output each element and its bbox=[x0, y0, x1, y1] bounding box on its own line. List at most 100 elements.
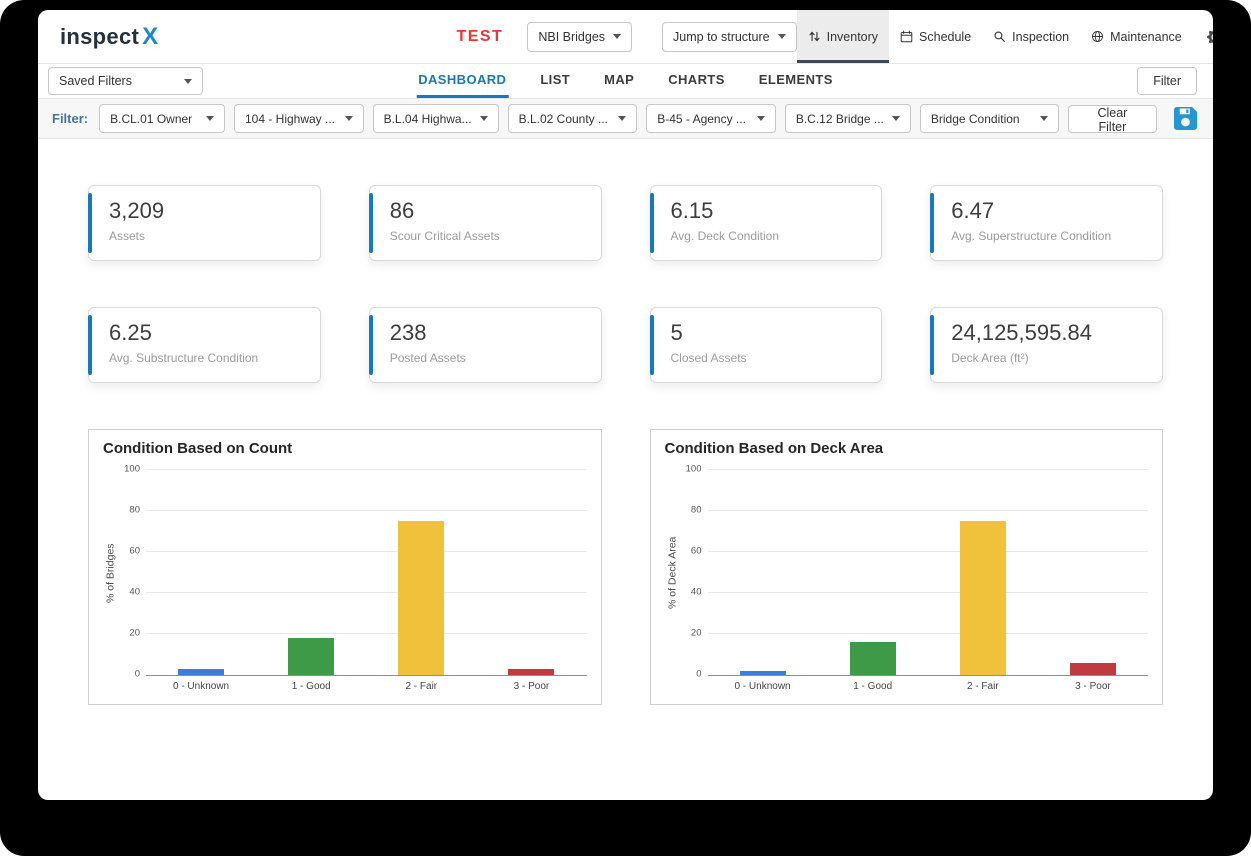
app-window: inspectX TEST NBI Bridges Jump to struct… bbox=[38, 10, 1213, 800]
filter-dropdown-value: B.C.12 Bridge ... bbox=[796, 112, 884, 126]
chart-bar bbox=[398, 521, 444, 675]
nav-item-inspection[interactable]: Inspection bbox=[982, 10, 1080, 63]
stat-card-closed-assets: 5 Closed Assets bbox=[650, 307, 883, 383]
jump-to-structure-value: Jump to structure bbox=[673, 30, 770, 44]
chart-bar bbox=[1070, 663, 1116, 675]
stat-card-value: 6.15 bbox=[671, 198, 868, 224]
stat-card-value: 3,209 bbox=[109, 198, 306, 224]
y-tick-label: 20 bbox=[691, 628, 702, 639]
chart: % of Deck Area 020406080100 0 - Unknown1… bbox=[665, 470, 1149, 692]
filter-dropdown-value: B.CL.01 Owner bbox=[110, 112, 198, 126]
chart-title: Condition Based on Deck Area bbox=[665, 440, 1149, 458]
chevron-down-icon bbox=[480, 116, 488, 121]
bars-layer bbox=[708, 470, 1149, 675]
chevron-down-icon bbox=[613, 34, 621, 39]
bar-slot bbox=[476, 470, 586, 675]
y-tick-label: 0 bbox=[135, 669, 140, 680]
y-tick-label: 40 bbox=[129, 587, 140, 598]
tab-charts[interactable]: CHARTS bbox=[666, 64, 727, 98]
filter-dropdown-value: 104 - Highway ... bbox=[245, 112, 337, 126]
tab-list[interactable]: LIST bbox=[538, 64, 572, 98]
filter-dropdown-highway[interactable]: 104 - Highway ... bbox=[234, 104, 364, 133]
x-tick-label: 0 - Unknown bbox=[146, 681, 256, 692]
x-tick-label: 1 - Good bbox=[818, 681, 928, 692]
filter-dropdown-highway-system[interactable]: B.L.04 Highwa... bbox=[373, 104, 499, 133]
chart: % of Bridges 020406080100 0 - Unknown1 -… bbox=[103, 470, 587, 692]
filter-dropdown-value: Bridge Condition bbox=[931, 112, 1032, 126]
stat-card-value: 24,125,595.84 bbox=[951, 320, 1148, 346]
y-tick-label: 100 bbox=[124, 464, 140, 475]
view-tabs: DASHBOARD LIST MAP CHARTS ELEMENTS bbox=[416, 64, 835, 98]
bar-slot bbox=[146, 470, 256, 675]
chart-bar bbox=[850, 642, 896, 675]
app-logo: inspectX bbox=[60, 23, 158, 51]
filter-dropdown-owner[interactable]: B.CL.01 Owner bbox=[99, 104, 225, 133]
chart-bar bbox=[960, 521, 1006, 675]
clear-filter-button[interactable]: Clear Filter bbox=[1068, 105, 1157, 133]
tab-map[interactable]: MAP bbox=[602, 64, 636, 98]
x-tick-label: 3 - Poor bbox=[1038, 681, 1148, 692]
tab-elements[interactable]: ELEMENTS bbox=[757, 64, 835, 98]
magnifier-icon bbox=[993, 30, 1006, 43]
stat-card-posted-assets: 238 Posted Assets bbox=[369, 307, 602, 383]
settings-gear-button[interactable] bbox=[1203, 29, 1213, 45]
filter-dropdown-value: B.L.04 Highwa... bbox=[384, 112, 472, 126]
plot-area: 020406080100 bbox=[146, 470, 587, 676]
bar-slot bbox=[818, 470, 928, 675]
stat-card-label: Avg. Deck Condition bbox=[671, 229, 868, 243]
filter-dropdown-value: B-45 - Agency ... bbox=[657, 112, 749, 126]
bar-slot bbox=[928, 470, 1038, 675]
nav-item-label: Inspection bbox=[1012, 30, 1069, 44]
chevron-down-icon bbox=[757, 116, 765, 121]
gear-icon bbox=[1207, 29, 1213, 45]
bar-slot bbox=[1038, 470, 1148, 675]
filter-dropdown-agency[interactable]: B-45 - Agency ... bbox=[646, 104, 776, 133]
filter-bar: Filter: B.CL.01 Owner 104 - Highway ... … bbox=[38, 99, 1213, 139]
app-logo-mark: X bbox=[142, 23, 158, 50]
y-axis-title: % of Deck Area bbox=[665, 470, 680, 676]
saved-filters-select[interactable]: Saved Filters bbox=[48, 67, 203, 95]
filter-bar-label: Filter: bbox=[52, 111, 88, 126]
charts-row: Condition Based on Count % of Bridges 02… bbox=[88, 429, 1163, 705]
chart-panel-condition-deck-area: Condition Based on Deck Area % of Deck A… bbox=[650, 429, 1164, 705]
filter-dropdown-bridge-condition[interactable]: Bridge Condition bbox=[920, 104, 1059, 133]
dashboard-content: 3,209 Assets 86 Scour Critical Assets 6.… bbox=[38, 139, 1213, 705]
nav-item-inventory[interactable]: Inventory bbox=[797, 10, 889, 63]
chevron-down-icon bbox=[345, 116, 353, 121]
x-tick-label: 3 - Poor bbox=[476, 681, 586, 692]
database-select[interactable]: NBI Bridges bbox=[527, 22, 632, 52]
stat-card-value: 6.25 bbox=[109, 320, 306, 346]
stat-card-avg-superstructure-condition: 6.47 Avg. Superstructure Condition bbox=[930, 185, 1163, 261]
stat-card-label: Scour Critical Assets bbox=[390, 229, 587, 243]
chevron-down-icon bbox=[778, 34, 786, 39]
environment-badge: TEST bbox=[456, 28, 503, 46]
stat-card-assets: 3,209 Assets bbox=[88, 185, 321, 261]
stat-card-value: 86 bbox=[390, 198, 587, 224]
filter-dropdown-bridge[interactable]: B.C.12 Bridge ... bbox=[785, 104, 911, 133]
stat-card-label: Closed Assets bbox=[671, 351, 868, 365]
globe-icon bbox=[1091, 30, 1104, 43]
plot-column: 020406080100 0 - Unknown1 - Good2 - Fair… bbox=[680, 470, 1149, 692]
stat-card-scour-critical: 86 Scour Critical Assets bbox=[369, 185, 602, 261]
bar-slot bbox=[366, 470, 476, 675]
nav-item-schedule[interactable]: Schedule bbox=[889, 10, 982, 63]
chart-bar bbox=[288, 638, 334, 675]
calendar-icon bbox=[900, 30, 913, 43]
nav-item-maintenance[interactable]: Maintenance bbox=[1080, 10, 1193, 63]
y-tick-label: 40 bbox=[691, 587, 702, 598]
tab-dashboard[interactable]: DASHBOARD bbox=[416, 64, 508, 98]
filter-dropdown-value: B.L.02 County ... bbox=[519, 112, 611, 126]
y-tick-label: 100 bbox=[686, 464, 702, 475]
jump-to-structure-select[interactable]: Jump to structure bbox=[662, 22, 797, 52]
filter-button[interactable]: Filter bbox=[1137, 67, 1197, 95]
filter-dropdown-county[interactable]: B.L.02 County ... bbox=[508, 104, 638, 133]
floppy-disk-icon bbox=[1174, 107, 1197, 130]
top-bar: inspectX TEST NBI Bridges Jump to struct… bbox=[38, 10, 1213, 64]
stat-cards-grid: 3,209 Assets 86 Scour Critical Assets 6.… bbox=[88, 185, 1163, 383]
bar-slot bbox=[256, 470, 366, 675]
save-filter-button[interactable] bbox=[1172, 105, 1199, 132]
chevron-down-icon bbox=[1040, 116, 1048, 121]
y-tick-label: 20 bbox=[129, 628, 140, 639]
y-tick-label: 80 bbox=[691, 505, 702, 516]
sort-icon bbox=[808, 30, 821, 43]
